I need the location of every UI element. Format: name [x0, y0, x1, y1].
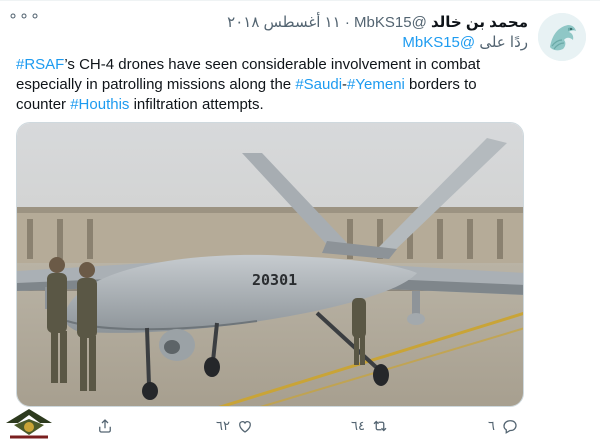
hashtag-link[interactable]: #Saudi: [295, 76, 342, 93]
tweet-image[interactable]: 20301: [16, 122, 524, 407]
retweet-icon[interactable]: [371, 417, 389, 435]
retweet-count: ٦٤: [351, 418, 365, 433]
reply-action[interactable]: ٦: [482, 417, 519, 435]
replying-to: ردًا على @MbKS15: [402, 33, 528, 51]
eagle-avatar-icon: [538, 13, 586, 61]
like-action[interactable]: ٦٢: [210, 417, 254, 435]
reply-icon[interactable]: [501, 417, 519, 435]
share-action[interactable]: [96, 417, 114, 435]
reply-count: ٦: [488, 418, 495, 433]
author-handle[interactable]: @MbKS15: [354, 14, 427, 31]
heart-icon[interactable]: [236, 417, 254, 435]
reply-prefix: ردًا على: [479, 34, 528, 51]
hashtag-link[interactable]: #Houthis: [70, 96, 129, 113]
aircraft-number-label: 20301: [252, 271, 297, 289]
share-icon[interactable]: [96, 417, 114, 435]
hashtag-link[interactable]: #RSAF: [16, 56, 64, 73]
tweet-date[interactable]: ١١ أغسطس ٢٠١٨: [227, 14, 341, 31]
retweet-action[interactable]: ٦٤: [345, 417, 389, 435]
reply-handle-link[interactable]: @MbKS15: [402, 34, 475, 51]
like-count: ٦٢: [216, 418, 230, 433]
tweet-text: #RSAF’s CH-4 drones have seen considerab…: [16, 55, 516, 115]
tweet-text-segment: infiltration attempts.: [129, 96, 264, 113]
more-options-icon[interactable]: ∘∘∘: [8, 9, 40, 29]
tweet-header: محمد بن خالد @MbKS15 · ١١ أغسطس ٢٠١٨: [227, 14, 528, 32]
tweet[interactable]: ∘∘∘ محمد بن خالد @MbKS15 · ١١ أغسطس ٢٠١٨…: [0, 0, 600, 446]
drone-photo: 20301: [17, 123, 523, 406]
author-name[interactable]: محمد بن خالد: [431, 14, 528, 31]
forum-logo-watermark: [0, 405, 58, 446]
hashtag-link[interactable]: #Yemeni: [347, 76, 405, 93]
tweet-actions: ٦ ٦٤ ٦٢: [0, 413, 600, 443]
separator: ·: [344, 14, 350, 31]
avatar[interactable]: [538, 13, 586, 61]
